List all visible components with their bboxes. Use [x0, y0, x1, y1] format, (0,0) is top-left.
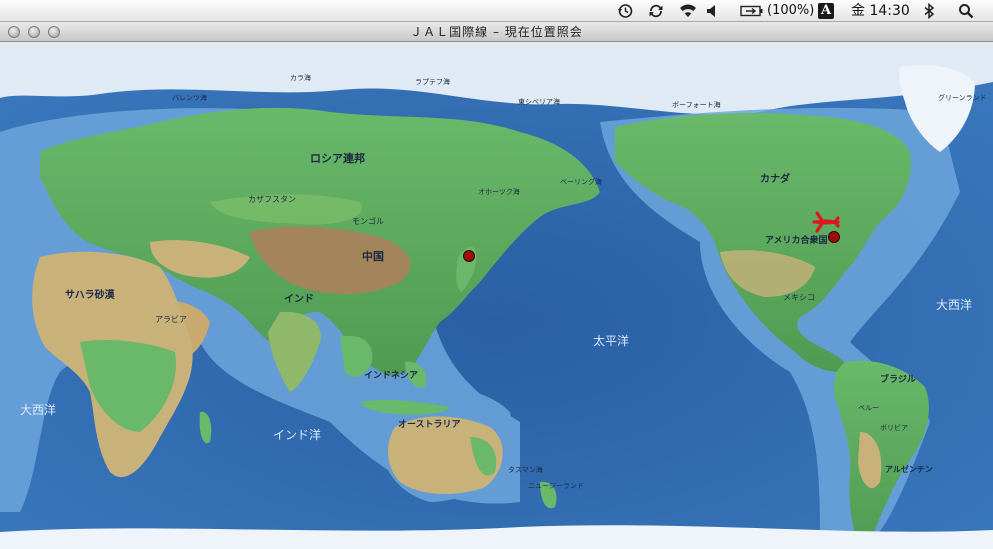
label-kara-sea: カラ海 [290, 73, 311, 82]
label-tasman: タスマン海 [508, 465, 543, 474]
time-machine-icon[interactable] [617, 3, 633, 19]
label-barents-sea: バレンツ海 [172, 93, 207, 102]
window-titlebar[interactable]: ＪＡＬ国際線 – 現在位置照会 [0, 22, 993, 42]
bluetooth-icon[interactable] [923, 3, 935, 19]
label-brazil: ブラジル [880, 373, 916, 385]
label-atlantic-ocean-east: 大西洋 [936, 297, 972, 312]
menu-bar: (100%) A 金 14:30 [0, 0, 993, 22]
label-greenland: グリーンランド [938, 93, 987, 102]
label-peru: ペルー [858, 404, 879, 412]
label-argentina: アルゼンチン [885, 464, 933, 474]
sync-icon[interactable] [648, 3, 664, 19]
label-russia: ロシア連邦 [310, 151, 365, 165]
label-china: 中国 [362, 249, 384, 263]
label-pacific-ocean: 太平洋 [593, 333, 629, 348]
label-new-zealand: ニュージーランド [528, 482, 584, 490]
label-india: インド [284, 293, 314, 305]
label-indian-ocean: インド洋 [273, 427, 321, 442]
label-laptev-sea: ラプテフ海 [415, 77, 450, 86]
world-map[interactable]: ロシア連邦 モンゴル カザフスタン 中国 インド アラビア サハラ砂漠 インドネ… [0, 42, 993, 549]
label-sahara: サハラ砂漠 [65, 288, 116, 301]
input-method-icon[interactable]: A [818, 3, 834, 19]
battery-icon[interactable] [740, 3, 764, 19]
label-canada: カナダ [760, 172, 790, 185]
label-atlantic-ocean-west: 大西洋 [20, 402, 56, 417]
label-east-siberian-sea: 東シベリア海 [518, 97, 560, 106]
label-beaufort-sea: ボーフォート海 [672, 100, 721, 109]
destination-marker[interactable] [828, 231, 840, 243]
battery-percentage: (100%) [767, 3, 815, 18]
origin-marker[interactable] [463, 250, 475, 262]
label-mongolia: モンゴル [352, 216, 384, 226]
label-bolivia: ボリビア [880, 423, 908, 432]
volume-icon[interactable] [706, 3, 718, 19]
spotlight-icon[interactable] [958, 3, 974, 19]
label-kazakhstan: カザフスタン [248, 195, 296, 204]
label-indonesia: インドネシア [364, 370, 418, 381]
label-mexico: メキシコ [783, 293, 815, 302]
menu-clock[interactable]: 金 14:30 [851, 0, 910, 22]
label-arabia: アラビア [155, 315, 187, 324]
label-okhotsk: オホーツク海 [478, 187, 520, 196]
wifi-icon[interactable] [678, 3, 698, 19]
window-title: ＪＡＬ国際線 – 現在位置照会 [410, 25, 583, 39]
world-map-canvas: ロシア連邦 モンゴル カザフスタン 中国 インド アラビア サハラ砂漠 インドネ… [0, 42, 993, 549]
label-australia: オーストラリア [398, 419, 461, 430]
label-usa: アメリカ合衆国 [765, 234, 828, 246]
label-bering: ベーリング海 [560, 177, 602, 186]
